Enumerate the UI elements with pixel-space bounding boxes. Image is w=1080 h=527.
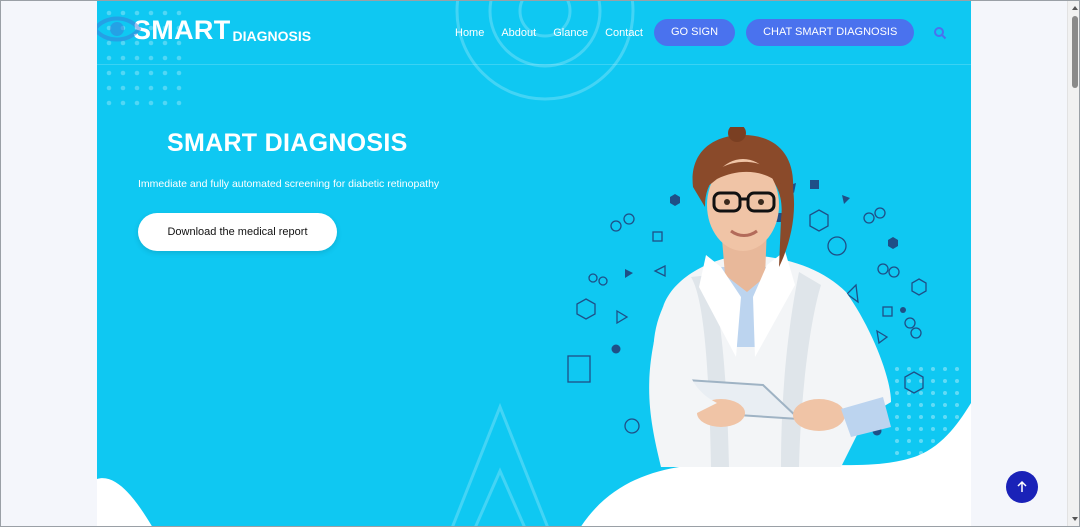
logo-sub-text: DIAGNOSIS: [232, 28, 312, 44]
triangle-outlines: [451, 402, 549, 526]
main-nav: Home Abdout Glance Contact GO SIGN CHAT …: [455, 19, 947, 46]
scroll-up-arrow-icon[interactable]: [1071, 4, 1079, 12]
download-report-button[interactable]: Download the medical report: [138, 213, 337, 251]
logo[interactable]: SMART DIAGNOSIS: [97, 15, 312, 45]
eye-logo-icon: [97, 16, 141, 42]
search-icon[interactable]: [933, 26, 947, 40]
nav-about[interactable]: Abdout: [501, 27, 536, 39]
arrow-up-icon: [1017, 480, 1027, 492]
nav-contact[interactable]: Contact: [605, 27, 643, 39]
scroll-down-arrow-icon[interactable]: [1071, 515, 1079, 523]
go-sign-button[interactable]: GO SIGN: [654, 19, 736, 46]
nav-home[interactable]: Home: [455, 27, 484, 39]
logo-main-text: SMART: [133, 15, 231, 45]
hero-section: SMART DIAGNOSIS Home Abdout Glance Conta…: [97, 1, 971, 526]
site-header: SMART DIAGNOSIS Home Abdout Glance Conta…: [97, 1, 971, 65]
browser-viewport: SMART DIAGNOSIS Home Abdout Glance Conta…: [0, 0, 1080, 527]
nav-glance[interactable]: Glance: [553, 27, 588, 39]
chat-button[interactable]: CHAT SMART DIAGNOSIS: [746, 19, 915, 46]
hero-title: SMART DIAGNOSIS: [167, 129, 408, 157]
scrollbar-thumb[interactable]: [1072, 16, 1078, 88]
scroll-to-top-button[interactable]: [1006, 471, 1038, 503]
hero-subtitle: Immediate and fully automated screening …: [138, 178, 440, 190]
page-scrollbar[interactable]: [1067, 1, 1079, 526]
doctor-illustration: [649, 127, 891, 467]
